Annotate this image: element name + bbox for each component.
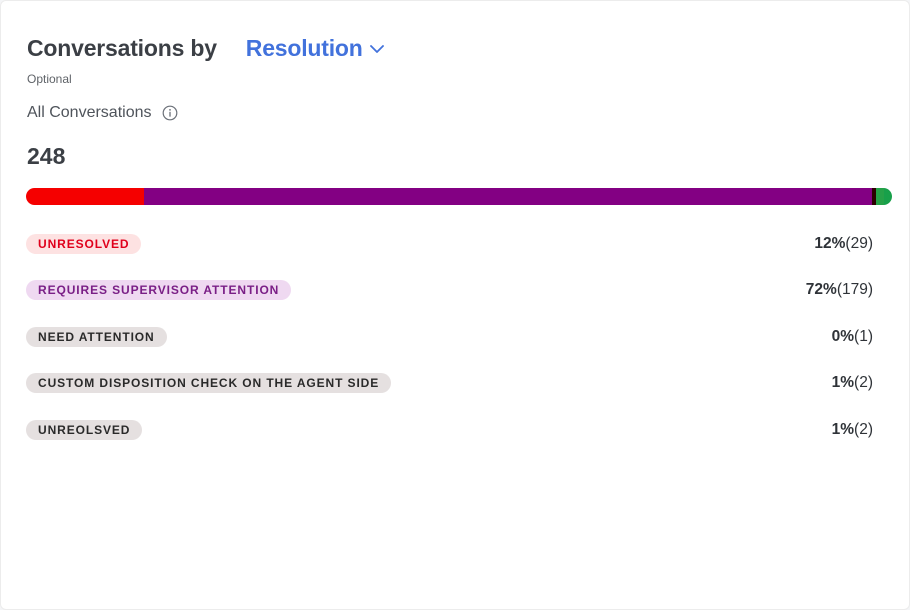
widget-header: Conversations by Resolution [27,31,384,65]
bar-segment[interactable] [883,188,892,205]
disposition-value: 72%(179) [806,281,873,299]
disposition-value: 1%(2) [832,374,873,392]
bar-segment[interactable] [26,188,144,205]
chevron-down-icon [369,44,384,54]
disposition-count: (179) [836,281,873,298]
resolution-widget-card: Conversations by Resolution Optional All… [0,0,910,610]
grouping-selector-label: Resolution [245,34,363,61]
bar-segment[interactable] [875,188,884,205]
total-count: 248 [27,143,66,169]
disposition-count: (2) [854,374,873,391]
distribution-bar [26,188,892,205]
disposition-badge: UNRESOLVED [26,233,142,254]
widget-title: Conversations by [27,34,217,61]
disposition-percent: 0% [831,327,855,345]
disposition-row[interactable]: NEED ATTENTION 0%(1) [26,325,873,348]
disposition-percent: 1% [831,420,855,438]
info-icon[interactable] [162,105,178,121]
disposition-percent: 72% [805,281,837,298]
disposition-list: UNRESOLVED 12%(29) REQUIRES SUPERVISOR ATT… [26,232,873,465]
disposition-badge: REQUIRES SUPERVISOR ATTENTION [26,280,292,300]
disposition-percent: 12% [814,234,846,252]
disposition-row[interactable]: UNRESOLVED 12%(29) [26,232,873,255]
disposition-row[interactable]: REQUIRES SUPERVISOR ATTENTION 72%(179) [26,279,873,302]
grouping-selector[interactable]: Resolution [246,35,384,62]
disposition-count: (1) [854,327,873,345]
disposition-badge: NEED ATTENTION [26,326,167,347]
disposition-value: 12%(29) [814,235,873,253]
summary-header: All Conversations [27,104,178,122]
disposition-value: 0%(1) [832,328,873,346]
disposition-count: (2) [854,420,873,438]
disposition-row[interactable]: UNREOLSVED 1%(2) [26,418,873,441]
bar-segment[interactable] [143,188,872,205]
summary-label: All Conversations [27,104,152,121]
disposition-percent: 1% [831,374,855,391]
disposition-row[interactable]: CUSTOM DISPOSITION CHECK ON THE AGENT SI… [26,372,873,395]
disposition-value: 1%(2) [832,421,873,439]
optional-label: Optional [27,72,72,86]
disposition-badge: CUSTOM DISPOSITION CHECK ON THE AGENT SI… [26,373,392,393]
disposition-badge: UNREOLSVED [26,419,143,440]
disposition-count: (29) [845,234,873,252]
